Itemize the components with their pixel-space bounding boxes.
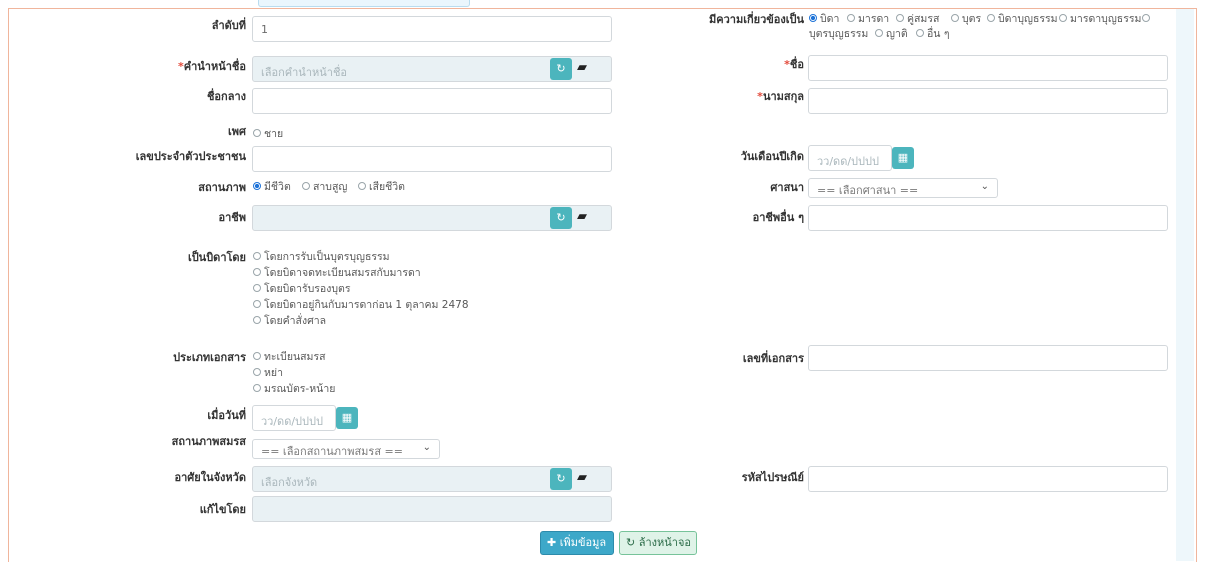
other-occupation-label: อาชีพอื่น ๆ: [752, 211, 804, 224]
radio-icon: [253, 384, 261, 392]
status-option-deceased[interactable]: เสียชีวิต: [358, 181, 405, 194]
radio-icon: [253, 268, 261, 276]
radio-icon: [253, 300, 261, 308]
prefix-label: *คำนำหน้าชื่อ: [177, 60, 246, 73]
active-tab-fragment[interactable]: [258, 0, 470, 7]
add-data-button[interactable]: ✚ เพิ่มข้อมูล: [540, 531, 614, 555]
edited-by-input: [252, 496, 612, 522]
radio-icon: [253, 352, 261, 360]
relation-option-relative[interactable]: ญาติ: [875, 28, 908, 41]
idcard-input[interactable]: [252, 146, 612, 172]
gender-label: เพศ: [228, 125, 246, 138]
marital-select[interactable]: == เลือกสถานภาพสมรส == ⌄: [252, 439, 440, 459]
doc-type-option-divorce[interactable]: หย่า: [253, 367, 283, 380]
father-by-label: เป็นบิดาโดย: [187, 251, 246, 264]
doc-type-label: ประเภทเอกสาร: [173, 351, 246, 364]
province-label: อาศัยในจังหวัด: [174, 471, 247, 484]
postcode-label: รหัสไปรษณีย์: [741, 471, 804, 484]
radio-icon: [916, 29, 924, 37]
relation-option-adopted-child[interactable]: บุตรบุญธรรม: [809, 28, 868, 41]
relation-option-father[interactable]: บิดา: [809, 13, 839, 26]
radio-icon: [253, 316, 261, 324]
radio-icon: [809, 14, 817, 22]
relation-option-spouse[interactable]: คู่สมรส: [896, 13, 939, 26]
refresh-icon[interactable]: ↻: [550, 207, 572, 229]
father-by-option-acknowledge[interactable]: โดยบิดารับรองบุตร: [253, 283, 351, 296]
radio-icon: [253, 129, 261, 137]
marital-label: สถานภาพสมรส: [171, 435, 246, 448]
radio-icon: [302, 182, 310, 190]
religion-select[interactable]: == เลือกศาสนา == ⌄: [808, 178, 998, 198]
father-by-option-marriage[interactable]: โดยบิดาจดทะเบียนสมรสกับมารดา: [253, 267, 421, 280]
eraser-icon[interactable]: ▰: [577, 210, 593, 223]
reset-button[interactable]: ↻ ล้างหน้าจอ: [619, 531, 697, 555]
date-label: เมื่อวันที่: [207, 409, 246, 422]
edited-by-label: แก้ไขโดย: [199, 503, 246, 516]
calendar-icon[interactable]: ▦: [892, 147, 914, 169]
radio-icon: [951, 14, 959, 22]
radio-icon: [253, 182, 261, 190]
radio-icon: [358, 182, 366, 190]
eraser-icon[interactable]: ▰: [577, 471, 593, 484]
radio-icon: [253, 284, 261, 292]
firstname-label: *ชื่อ: [784, 58, 804, 71]
calendar-icon[interactable]: ▦: [336, 407, 358, 429]
relation-option-mother[interactable]: มารดา: [847, 13, 889, 26]
status-option-missing[interactable]: สาบสูญ: [302, 181, 347, 194]
father-by-option-adoption[interactable]: โดยการรับเป็นบุตรบุญธรรม: [253, 251, 390, 264]
eraser-icon[interactable]: ▰: [577, 61, 593, 74]
relation-option-adopted-child-radio[interactable]: [1142, 13, 1153, 26]
relation-label: มีความเกี่ยวข้องเป็น: [708, 13, 804, 26]
radio-icon: [1059, 14, 1067, 22]
order-no-input[interactable]: 1: [252, 16, 612, 42]
plus-icon: ✚: [547, 536, 557, 549]
date-input[interactable]: วว/ดด/ปปปป: [252, 405, 336, 431]
panel-right-edge: [1176, 9, 1194, 561]
relation-option-child[interactable]: บุตร: [951, 13, 981, 26]
doc-type-option-marriage[interactable]: ทะเบียนสมรส: [253, 351, 326, 364]
idcard-label: เลขประจำตัวประชาชน: [135, 150, 246, 163]
doc-no-label: เลขที่เอกสาร: [742, 352, 804, 365]
refresh-icon[interactable]: ↻: [550, 58, 572, 80]
refresh-icon[interactable]: ↻: [550, 468, 572, 490]
gender-option-male[interactable]: ชาย: [253, 128, 283, 141]
father-by-option-court[interactable]: โดยคำสั่งศาล: [253, 315, 326, 328]
relation-option-other[interactable]: อื่น ๆ: [916, 28, 949, 41]
relation-option-adoptive-mother[interactable]: มารดาบุญธรรม: [1059, 13, 1141, 26]
radio-icon: [987, 14, 995, 22]
religion-label: ศาสนา: [770, 181, 804, 194]
relation-option-adoptive-father[interactable]: บิดาบุญธรรม: [987, 13, 1058, 26]
middlename-label: ชื่อกลาง: [206, 90, 246, 103]
radio-icon: [253, 252, 261, 260]
order-no-label: ลำดับที่: [211, 19, 246, 32]
firstname-input[interactable]: [808, 55, 1168, 81]
radio-icon: [847, 14, 855, 22]
status-label: สถานภาพ: [198, 181, 246, 194]
radio-icon: [875, 29, 883, 37]
doc-type-option-death[interactable]: มรณบัตร-หน้าย: [253, 383, 335, 396]
doc-no-input[interactable]: [808, 345, 1168, 371]
middlename-input[interactable]: [252, 88, 612, 114]
radio-icon: [896, 14, 904, 22]
birthdate-input[interactable]: วว/ดด/ปปปป: [808, 145, 892, 171]
refresh-icon: ↻: [626, 536, 636, 549]
status-option-alive[interactable]: มีชีวิต: [253, 181, 291, 194]
father-by-option-cohabit[interactable]: โดยบิดาอยู่กินกับมารดาก่อน 1 ตุลาคม 2478: [253, 299, 469, 312]
radio-icon: [253, 368, 261, 376]
postcode-input[interactable]: [808, 466, 1168, 492]
birthdate-label: วันเดือนปีเกิด: [740, 150, 804, 163]
other-occupation-input[interactable]: [808, 205, 1168, 231]
chevron-down-icon: ⌄: [980, 181, 989, 192]
chevron-down-icon: ⌄: [422, 442, 431, 453]
lastname-input[interactable]: [808, 88, 1168, 114]
radio-icon: [1142, 14, 1150, 22]
lastname-label: *นามสกุล: [757, 90, 804, 103]
occupation-label: อาชีพ: [218, 211, 247, 224]
